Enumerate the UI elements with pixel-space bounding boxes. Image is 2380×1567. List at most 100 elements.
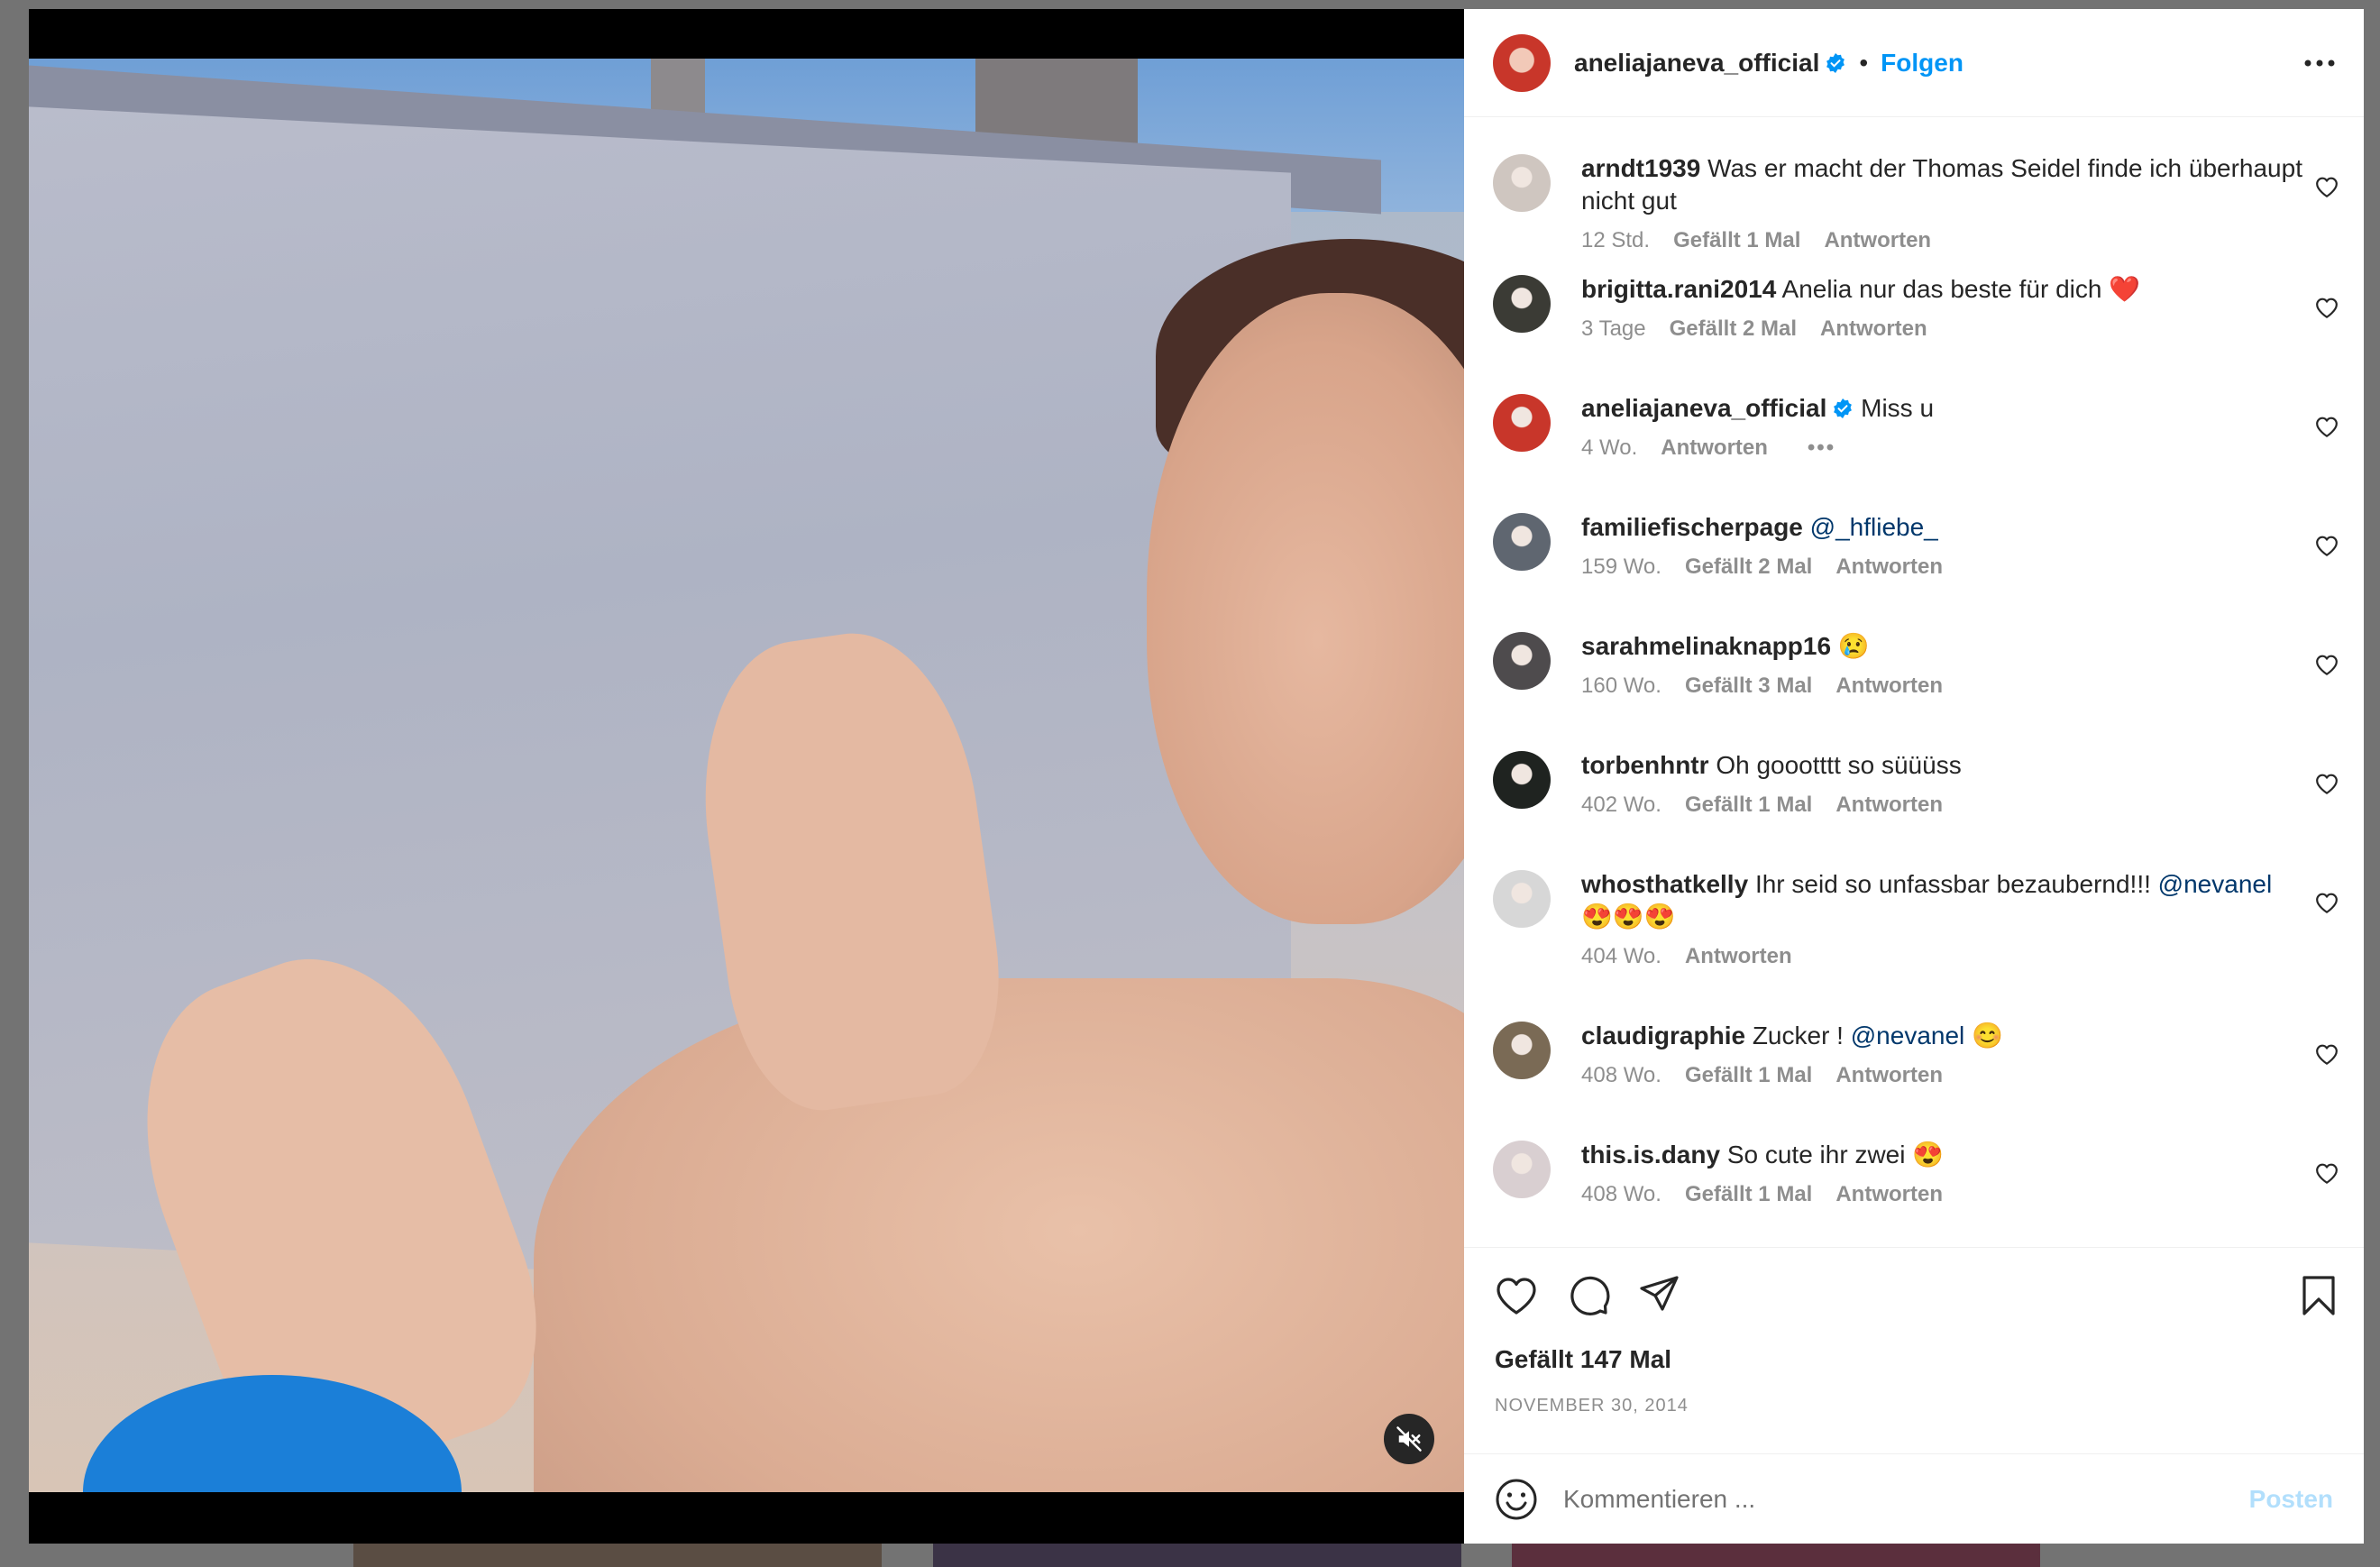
mute-toggle-button[interactable] (1384, 1414, 1434, 1464)
comment-emoji: 😍 (1912, 1141, 1945, 1168)
comment-timestamp[interactable]: 408 Wo. (1581, 1063, 1661, 1088)
comment-username[interactable]: whosthatkelly (1581, 870, 1748, 898)
comment-bubble-icon[interactable] (1567, 1274, 1610, 1317)
comment-timestamp[interactable]: 4 Wo. (1581, 435, 1637, 461)
bookmark-icon[interactable] (2301, 1274, 2337, 1317)
author-username[interactable]: aneliajaneva_official (1574, 49, 1819, 78)
comment-text: brigitta.rani2014 Anelia nur das beste f… (1581, 273, 2302, 306)
comment-emoji: 😢 (1837, 632, 1870, 660)
more-options-button[interactable] (2304, 55, 2335, 71)
comment-timestamp[interactable]: 404 Wo. (1581, 944, 1661, 969)
muted-speaker-icon (1396, 1426, 1422, 1452)
comment-reply-button[interactable]: Antworten (1835, 674, 1943, 699)
comment-emoji: ❤️ (2109, 275, 2141, 303)
comment-mention-link[interactable]: @_hfliebe_ (1810, 513, 1938, 541)
comment-like-heart-icon[interactable] (2315, 654, 2339, 677)
comment-reply-button[interactable]: Antworten (1835, 554, 1943, 580)
comment-timestamp[interactable]: 12 Std. (1581, 228, 1650, 253)
comment-item: claudigraphie Zucker ! @nevanel 😊 408 Wo.… (1464, 1020, 2364, 1088)
comment-likes-link[interactable]: Gefällt 1 Mal (1685, 793, 1812, 818)
comment-likes-link[interactable]: Gefällt 1 Mal (1685, 1063, 1812, 1088)
comment-meta: 408 Wo. Gefällt 1 Mal Antworten (1581, 1063, 2302, 1088)
comment-like-heart-icon[interactable] (2315, 297, 2339, 320)
commenter-avatar[interactable] (1493, 394, 1551, 452)
commenter-avatar[interactable] (1493, 632, 1551, 690)
post-video[interactable] (29, 59, 1464, 1492)
comment-like-heart-icon[interactable] (2315, 1043, 2339, 1067)
author-avatar[interactable] (1493, 33, 1551, 92)
comment-reply-button[interactable]: Antworten (1661, 435, 1768, 461)
comment-meta: 4 Wo. Antworten ••• (1581, 435, 2302, 461)
comment-timestamp[interactable]: 402 Wo. (1581, 793, 1661, 818)
comment-reply-button[interactable]: Antworten (1685, 944, 1792, 969)
comment-like-heart-icon[interactable] (2315, 773, 2339, 796)
comments-list[interactable]: arndt1939 Was er macht der Thomas Seidel… (1464, 118, 2364, 1247)
post-comment-button[interactable]: Posten (2249, 1485, 2333, 1514)
comment-reply-button[interactable]: Antworten (1820, 316, 1927, 342)
comment-like-heart-icon[interactable] (2315, 416, 2339, 439)
commenter-avatar[interactable] (1493, 275, 1551, 333)
comment-item: whosthatkelly Ihr seid so unfassbar beza… (1464, 868, 2364, 969)
action-bar (1464, 1247, 2364, 1248)
commenter-avatar[interactable] (1493, 154, 1551, 212)
comment-likes-link[interactable]: Gefällt 2 Mal (1685, 554, 1812, 580)
comment-text: this.is.dany So cute ihr zwei 😍 (1581, 1139, 2302, 1171)
comment-like-heart-icon[interactable] (2315, 892, 2339, 915)
comment-reply-button[interactable]: Antworten (1835, 793, 1943, 818)
commenter-avatar[interactable] (1493, 1141, 1551, 1198)
comment-mention-link[interactable]: @nevanel (1851, 1022, 1965, 1049)
follow-button[interactable]: Folgen (1881, 49, 1964, 78)
commenter-avatar[interactable] (1493, 870, 1551, 928)
commenter-avatar[interactable] (1493, 751, 1551, 809)
comment-timestamp[interactable]: 159 Wo. (1581, 554, 1661, 580)
video-person-torso (534, 978, 1464, 1492)
comment-meta: 12 Std. Gefällt 1 Mal Antworten (1581, 228, 2302, 253)
comment-message: Anelia nur das beste für dich (1781, 275, 2102, 303)
comment-like-heart-icon[interactable] (2315, 535, 2339, 558)
comment-more-options-button[interactable]: ••• (1808, 435, 1835, 461)
comment-message: So cute ihr zwei (1726, 1141, 1906, 1168)
comment-body: claudigraphie Zucker ! @nevanel 😊 408 Wo.… (1581, 1020, 2302, 1088)
comment-emoji: 😊 (1972, 1022, 2003, 1049)
comment-username[interactable]: this.is.dany (1581, 1141, 1720, 1168)
comment-username[interactable]: aneliajaneva_official (1581, 394, 1826, 422)
comment-text: whosthatkelly Ihr seid so unfassbar beza… (1581, 868, 2302, 933)
comment-like-heart-icon[interactable] (2315, 1162, 2339, 1186)
comment-username[interactable]: brigitta.rani2014 (1581, 275, 1776, 303)
paper-plane-icon[interactable] (1639, 1274, 1680, 1315)
comment-meta: 402 Wo. Gefällt 1 Mal Antworten (1581, 793, 2302, 818)
comment-text: aneliajaneva_official Miss u (1581, 392, 2302, 425)
comment-username[interactable]: familiefischerpage (1581, 513, 1803, 541)
comment-timestamp[interactable]: 408 Wo. (1581, 1182, 1661, 1207)
heart-icon[interactable] (1495, 1276, 1538, 1315)
comment-likes-link[interactable]: Gefällt 1 Mal (1673, 228, 1800, 253)
post-media[interactable] (29, 9, 1464, 1544)
comment-likes-link[interactable]: Gefällt 3 Mal (1685, 674, 1812, 699)
comment-timestamp[interactable]: 3 Tage (1581, 316, 1646, 342)
comment-username[interactable]: claudigraphie (1581, 1022, 1745, 1049)
comment-item: this.is.dany So cute ihr zwei 😍 408 Wo. Ge… (1464, 1139, 2364, 1207)
background-post-thumbnail (933, 1542, 1461, 1567)
emoji-smiley-icon[interactable] (1495, 1478, 1538, 1521)
comment-composer: Posten (1464, 1453, 2364, 1544)
comment-meta: 404 Wo. Antworten (1581, 944, 2302, 969)
commenter-avatar[interactable] (1493, 1022, 1551, 1079)
comment-message: Oh goootttt so süüüss (1716, 751, 1962, 779)
comment-reply-button[interactable]: Antworten (1835, 1182, 1943, 1207)
comment-input[interactable] (1563, 1484, 2249, 1514)
comment-body: torbenhntr Oh goootttt so süüüss 402 Wo.… (1581, 749, 2302, 818)
comment-username[interactable]: arndt1939 (1581, 154, 1700, 182)
comment-item: torbenhntr Oh goootttt so süüüss 402 Wo.… (1464, 749, 2364, 818)
comment-like-heart-icon[interactable] (2315, 176, 2339, 199)
commenter-avatar[interactable] (1493, 513, 1551, 571)
comment-timestamp[interactable]: 160 Wo. (1581, 674, 1661, 699)
comment-mention-link[interactable]: @nevanel (2158, 870, 2273, 898)
comment-reply-button[interactable]: Antworten (1824, 228, 1931, 253)
comment-username[interactable]: sarahmelinaknapp16 (1581, 632, 1831, 660)
comment-likes-link[interactable]: Gefällt 1 Mal (1685, 1182, 1812, 1207)
likes-count[interactable]: Gefällt 147 Mal (1495, 1345, 1671, 1374)
comment-username[interactable]: torbenhntr (1581, 751, 1709, 779)
comment-message: Miss u (1861, 394, 1935, 422)
comment-likes-link[interactable]: Gefällt 2 Mal (1670, 316, 1797, 342)
comment-reply-button[interactable]: Antworten (1835, 1063, 1943, 1088)
